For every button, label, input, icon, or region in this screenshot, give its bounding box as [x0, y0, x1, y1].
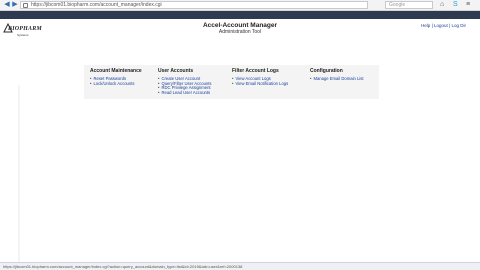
menu-column-account-maintenance: Account Maintenance Reset Passwords Lock…	[90, 68, 142, 86]
view-email-notification-logs-link[interactable]: View Email Notification Logs	[232, 81, 288, 87]
search-input[interactable]: Google	[385, 1, 433, 9]
header-links: Help | Logout | Log Dir	[421, 23, 466, 28]
column-title: User Accounts	[158, 68, 194, 74]
menu-icon[interactable]: ≡	[466, 1, 470, 9]
forward-icon[interactable]: ▶	[11, 1, 19, 9]
lock-unlock-accounts-link[interactable]: Lock/Unlock Accounts	[90, 81, 142, 87]
left-border	[18, 85, 20, 265]
menu-column-user-accounts: User Accounts Create User Account Query/…	[158, 68, 212, 95]
home-icon[interactable]: ⌂	[440, 1, 444, 9]
manage-email-domain-list-link[interactable]: Manage Email Domain List	[310, 76, 363, 82]
column-title: Account Maintenance	[90, 68, 142, 74]
read-lead-user-accounts-link[interactable]: Read Lead User Accounts	[158, 90, 212, 96]
page-subtitle: Administration Tool	[218, 29, 262, 35]
back-icon[interactable]: ◀	[3, 1, 11, 9]
page-content: BIOPHARM Systems Accel-Account Manager A…	[0, 19, 480, 265]
column-title: Filter Account Logs	[232, 68, 279, 74]
link-separator: |	[431, 23, 433, 28]
page-icon	[23, 3, 28, 8]
column-title: Configuration	[310, 68, 343, 74]
logout-link[interactable]: Logout	[434, 23, 448, 28]
address-text: https://jibcom01.biopharm.com/account_ma…	[31, 2, 162, 8]
status-bar: https://jibcom01.biopharm.com/account_ma…	[0, 262, 480, 270]
log-dir-link[interactable]: Log Dir	[451, 23, 466, 28]
menu-column-configuration: Configuration Manage Email Domain List	[310, 68, 364, 82]
page-title: Accel-Account Manager	[202, 22, 278, 29]
main-menu: Account Maintenance Reset Passwords Lock…	[84, 65, 379, 99]
help-link[interactable]: Help	[421, 23, 430, 28]
menu-column-account-logs: Filter Account Logs View Account Logs Vi…	[232, 68, 288, 86]
browser-toolbar: ◀ ▶ https://jibcom01.biopharm.com/accoun…	[0, 0, 480, 11]
bookmarks-bar	[0, 11, 480, 19]
address-bar[interactable]: https://jibcom01.biopharm.com/account_ma…	[20, 1, 368, 9]
skype-icon[interactable]: S	[453, 1, 458, 9]
